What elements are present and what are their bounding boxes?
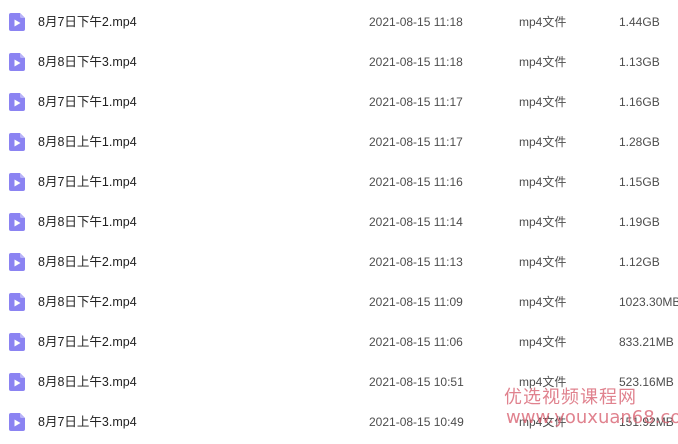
- file-type: mp4文件: [519, 175, 567, 189]
- file-name: 8月8日下午2.mp4: [38, 295, 137, 309]
- file-row[interactable]: 8月7日上午1.mp4 2021-08-15 11:16 mp4文件 1.15GB: [0, 162, 678, 202]
- file-modified-date: 2021-08-15 11:13: [369, 255, 463, 269]
- file-size: 1.16GB: [619, 95, 660, 109]
- video-file-icon: [9, 213, 25, 231]
- video-file-icon: [9, 253, 25, 271]
- file-name: 8月8日上午1.mp4: [38, 135, 137, 149]
- file-type: mp4文件: [519, 415, 567, 429]
- file-type: mp4文件: [519, 15, 567, 29]
- file-type: mp4文件: [519, 135, 567, 149]
- file-size: 1.28GB: [619, 135, 660, 149]
- file-type: mp4文件: [519, 55, 567, 69]
- video-file-icon: [9, 53, 25, 71]
- file-size: 1023.30MB: [619, 295, 678, 309]
- file-modified-date: 2021-08-15 11:18: [369, 15, 463, 29]
- video-file-icon: [9, 13, 25, 31]
- file-row[interactable]: 8月7日上午3.mp4 2021-08-15 10:49 mp4文件 151.92MB: [0, 402, 678, 442]
- file-modified-date: 2021-08-15 11:18: [369, 55, 463, 69]
- file-modified-date: 2021-08-15 10:49: [369, 415, 464, 429]
- file-type: mp4文件: [519, 295, 567, 309]
- video-file-icon: [9, 333, 25, 351]
- file-name: 8月8日下午3.mp4: [38, 55, 137, 69]
- file-type: mp4文件: [519, 95, 567, 109]
- video-file-icon: [9, 173, 25, 191]
- file-row[interactable]: 8月8日上午2.mp4 2021-08-15 11:13 mp4文件 1.12GB: [0, 242, 678, 282]
- file-size: 523.16MB: [619, 375, 674, 389]
- file-size: 151.92MB: [619, 415, 674, 429]
- video-file-icon: [9, 93, 25, 111]
- file-modified-date: 2021-08-15 11:09: [369, 295, 463, 309]
- file-name: 8月7日上午1.mp4: [38, 175, 137, 189]
- file-name: 8月7日上午2.mp4: [38, 335, 137, 349]
- file-row[interactable]: 8月8日下午1.mp4 2021-08-15 11:14 mp4文件 1.19GB: [0, 202, 678, 242]
- file-type: mp4文件: [519, 255, 567, 269]
- file-type: mp4文件: [519, 375, 567, 389]
- file-modified-date: 2021-08-15 10:51: [369, 375, 464, 389]
- file-name: 8月7日上午3.mp4: [38, 415, 137, 429]
- file-name: 8月8日下午1.mp4: [38, 215, 137, 229]
- file-name: 8月8日上午3.mp4: [38, 375, 137, 389]
- file-modified-date: 2021-08-15 11:06: [369, 335, 463, 349]
- file-list: 8月7日下午2.mp4 2021-08-15 11:18 mp4文件 1.44GB 8月…: [0, 2, 678, 442]
- file-row[interactable]: 8月8日上午3.mp4 2021-08-15 10:51 mp4文件 523.16MB: [0, 362, 678, 402]
- video-file-icon: [9, 373, 25, 391]
- file-row[interactable]: 8月7日下午2.mp4 2021-08-15 11:18 mp4文件 1.44GB: [0, 2, 678, 42]
- file-size: 1.12GB: [619, 255, 660, 269]
- file-size: 1.15GB: [619, 175, 660, 189]
- file-size: 1.19GB: [619, 215, 660, 229]
- file-size: 1.44GB: [619, 15, 660, 29]
- file-size: 1.13GB: [619, 55, 660, 69]
- file-modified-date: 2021-08-15 11:16: [369, 175, 463, 189]
- file-modified-date: 2021-08-15 11:17: [369, 135, 463, 149]
- file-size: 833.21MB: [619, 335, 674, 349]
- file-name: 8月7日下午2.mp4: [38, 15, 137, 29]
- file-name: 8月8日上午2.mp4: [38, 255, 137, 269]
- video-file-icon: [9, 133, 25, 151]
- file-modified-date: 2021-08-15 11:14: [369, 215, 463, 229]
- file-row[interactable]: 8月8日上午1.mp4 2021-08-15 11:17 mp4文件 1.28GB: [0, 122, 678, 162]
- video-file-icon: [9, 413, 25, 431]
- file-row[interactable]: 8月8日下午3.mp4 2021-08-15 11:18 mp4文件 1.13GB: [0, 42, 678, 82]
- file-name: 8月7日下午1.mp4: [38, 95, 137, 109]
- video-file-icon: [9, 293, 25, 311]
- file-row[interactable]: 8月7日下午1.mp4 2021-08-15 11:17 mp4文件 1.16GB: [0, 82, 678, 122]
- file-row[interactable]: 8月7日上午2.mp4 2021-08-15 11:06 mp4文件 833.21MB: [0, 322, 678, 362]
- file-modified-date: 2021-08-15 11:17: [369, 95, 463, 109]
- file-type: mp4文件: [519, 215, 567, 229]
- file-row[interactable]: 8月8日下午2.mp4 2021-08-15 11:09 mp4文件 1023.30M…: [0, 282, 678, 322]
- file-type: mp4文件: [519, 335, 567, 349]
